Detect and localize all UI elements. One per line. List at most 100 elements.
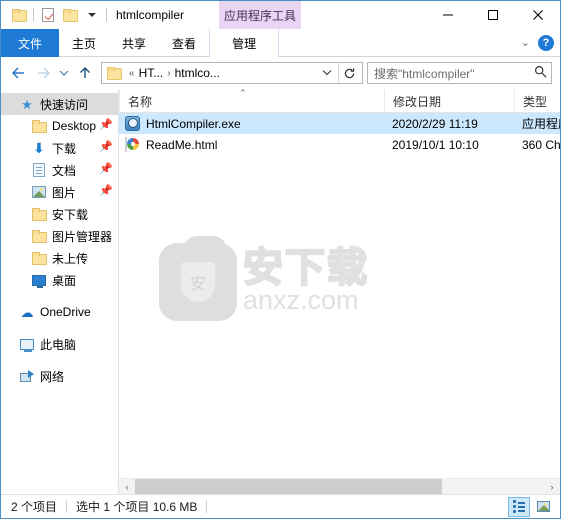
sidebar-item-label: 桌面 bbox=[52, 273, 77, 288]
sidebar-item-label: 此电脑 bbox=[40, 337, 77, 352]
sort-ascending-icon: ⌃ bbox=[239, 89, 247, 98]
watermark-text: 安下载 anxz.com bbox=[242, 245, 369, 316]
breadcrumb-separator-icon: › bbox=[167, 67, 171, 79]
sidebar-item-quick-access[interactable]: ★ 快速访问 bbox=[1, 93, 118, 115]
sidebar-item-desktop-en[interactable]: Desktop 📌 bbox=[1, 115, 118, 137]
address-path-field[interactable]: « HT... › htmlco... bbox=[101, 62, 363, 84]
details-view-button[interactable] bbox=[508, 496, 530, 517]
scrollbar-track[interactable] bbox=[135, 478, 544, 494]
sidebar-item-documents[interactable]: 文档 📌 bbox=[1, 159, 118, 181]
pictures-icon bbox=[31, 184, 47, 200]
html-file-icon bbox=[125, 136, 141, 153]
explorer-body: ★ 快速访问 Desktop 📌 ⬇ 下载 📌 文档 📌 图片 📌 安下载 图片… bbox=[1, 89, 560, 494]
file-rows-container: 安 安下载 anxz.com HtmlCompiler.exe 2020/2/2… bbox=[119, 113, 560, 478]
sidebar-item-label: Desktop bbox=[52, 119, 97, 133]
sidebar-item-network[interactable]: 网络 bbox=[1, 365, 118, 387]
sidebar-item-label: 图片管理器 bbox=[52, 229, 113, 244]
tab-home[interactable]: 主页 bbox=[59, 29, 109, 57]
pin-icon[interactable]: 📌 bbox=[99, 164, 113, 175]
sidebar-gap-2 bbox=[1, 323, 118, 333]
sidebar-item-anxiazai[interactable]: 安下载 bbox=[1, 203, 118, 225]
recent-locations-caret-icon[interactable] bbox=[55, 61, 73, 85]
column-header-date-modified[interactable]: 修改日期 bbox=[384, 90, 514, 112]
sidebar-item-this-pc[interactable]: 此电脑 bbox=[1, 333, 118, 355]
breadcrumb-segment-1[interactable]: HT... bbox=[139, 66, 164, 80]
network-icon bbox=[19, 368, 35, 384]
scrollbar-thumb[interactable] bbox=[135, 478, 442, 494]
scroll-left-button[interactable]: ‹ bbox=[119, 479, 135, 495]
qat-properties-icon[interactable] bbox=[37, 4, 59, 26]
collapse-ribbon-chevron-icon[interactable]: ⌄ bbox=[521, 36, 530, 49]
column-header-row: ⌃ 名称 修改日期 类型 bbox=[119, 89, 560, 113]
sidebar-item-downloads[interactable]: ⬇ 下载 📌 bbox=[1, 137, 118, 159]
sidebar-item-pictures[interactable]: 图片 📌 bbox=[1, 181, 118, 203]
large-icons-view-icon bbox=[536, 501, 550, 512]
qat-divider-2 bbox=[106, 8, 107, 22]
quick-access-toolbar bbox=[1, 4, 110, 26]
navigation-pane[interactable]: ★ 快速访问 Desktop 📌 ⬇ 下载 📌 文档 📌 图片 📌 安下载 图片… bbox=[1, 89, 119, 494]
watermark-cn-text: 安下载 bbox=[242, 245, 369, 290]
sidebar-item-onedrive[interactable]: ☁ OneDrive bbox=[1, 301, 118, 323]
qat-folder-icon[interactable] bbox=[8, 4, 30, 26]
column-header-type[interactable]: 类型 bbox=[514, 90, 560, 112]
table-row[interactable]: HtmlCompiler.exe 2020/2/29 11:19 应用程序 bbox=[119, 113, 560, 134]
refresh-button[interactable] bbox=[338, 63, 360, 83]
status-item-count: 2 个项目 bbox=[11, 500, 58, 514]
file-name-cell[interactable]: HtmlCompiler.exe bbox=[119, 115, 384, 132]
breadcrumb-overflow-icon[interactable]: « bbox=[125, 68, 139, 79]
column-header-name[interactable]: 名称 bbox=[119, 90, 384, 112]
scroll-right-button[interactable]: › bbox=[544, 479, 560, 495]
search-box[interactable]: 搜索"htmlcompiler" bbox=[367, 62, 552, 84]
sidebar-item-label: 文档 bbox=[52, 163, 77, 178]
sidebar-item-picture-manager[interactable]: 图片管理器 bbox=[1, 225, 118, 247]
back-button[interactable] bbox=[7, 61, 31, 85]
onedrive-icon: ☁ bbox=[20, 304, 34, 320]
close-button[interactable] bbox=[515, 1, 560, 29]
sidebar-item-label: 快速访问 bbox=[40, 97, 89, 112]
search-icon[interactable] bbox=[534, 65, 547, 81]
sidebar-gap-3 bbox=[1, 355, 118, 365]
window-controls bbox=[425, 1, 560, 29]
minimize-button[interactable] bbox=[425, 1, 470, 29]
maximize-button[interactable] bbox=[470, 1, 515, 29]
sidebar-gap-1 bbox=[1, 291, 118, 301]
table-row[interactable]: ReadMe.html 2019/10/1 10:10 360 Chr bbox=[119, 134, 560, 155]
up-button[interactable] bbox=[73, 61, 97, 85]
view-mode-buttons bbox=[508, 496, 560, 517]
pin-icon[interactable]: 📌 bbox=[99, 120, 113, 131]
folder-icon bbox=[31, 206, 47, 222]
file-list-pane[interactable]: ⌃ 名称 修改日期 类型 安 安下载 anxz.com HtmlCompiler… bbox=[119, 89, 560, 494]
file-type-cell: 应用程序 bbox=[522, 117, 560, 131]
ribbon-tab-bar: 文件 主页 共享 查看 管理 ⌄ ? bbox=[1, 29, 560, 57]
this-pc-icon bbox=[19, 336, 35, 352]
qat-customize-caret-icon[interactable] bbox=[81, 4, 103, 26]
pin-icon[interactable]: 📌 bbox=[99, 142, 113, 153]
tab-file[interactable]: 文件 bbox=[1, 29, 60, 57]
watermark-shield-glyph: 安 bbox=[181, 262, 215, 302]
tab-manage[interactable]: 管理 bbox=[209, 29, 280, 57]
watermark-logo-icon: 安 bbox=[159, 236, 237, 321]
title-bar: htmlcompiler 应用程序工具 bbox=[1, 1, 560, 29]
sidebar-item-desktop-cn[interactable]: 桌面 bbox=[1, 269, 118, 291]
tab-share[interactable]: 共享 bbox=[109, 29, 159, 57]
large-icons-view-button[interactable] bbox=[532, 497, 554, 517]
breadcrumb-segment-2[interactable]: htmlco... bbox=[175, 66, 220, 80]
help-icon[interactable]: ? bbox=[538, 34, 554, 51]
horizontal-scrollbar[interactable]: ‹ › bbox=[119, 478, 560, 494]
sidebar-item-label: 图片 bbox=[52, 185, 77, 200]
contextual-tab-label: 应用程序工具 bbox=[223, 8, 296, 23]
site-watermark: 安 安下载 anxz.com bbox=[159, 236, 369, 321]
file-name-label: ReadMe.html bbox=[146, 137, 218, 152]
search-input[interactable]: 搜索"htmlcompiler" bbox=[374, 65, 534, 82]
folder-icon bbox=[31, 118, 47, 134]
file-name-cell[interactable]: ReadMe.html bbox=[119, 136, 384, 153]
sidebar-item-not-uploaded[interactable]: 未上传 bbox=[1, 247, 118, 269]
address-dropdown-caret-icon[interactable] bbox=[316, 68, 338, 78]
sidebar-item-label: 未上传 bbox=[52, 251, 89, 266]
forward-button[interactable] bbox=[31, 61, 55, 85]
address-bar: « HT... › htmlco... 搜索"htmlcompiler" bbox=[1, 57, 560, 89]
tab-view[interactable]: 查看 bbox=[159, 29, 209, 57]
address-folder-icon bbox=[107, 67, 122, 80]
qat-new-folder-icon[interactable] bbox=[59, 4, 81, 26]
pin-icon[interactable]: 📌 bbox=[99, 186, 113, 197]
